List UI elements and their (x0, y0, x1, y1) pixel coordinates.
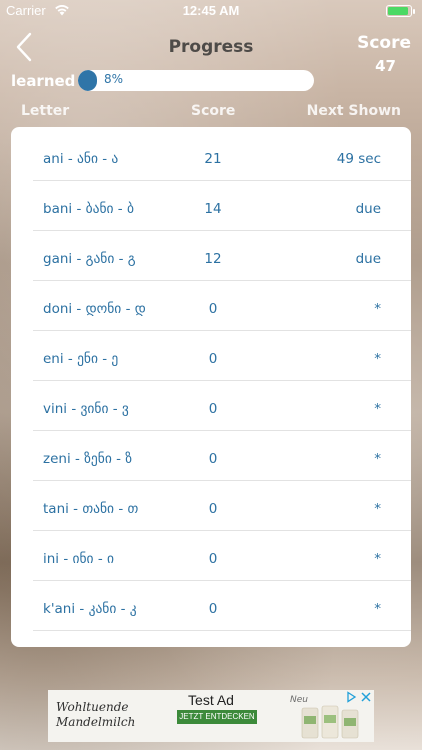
row-next-shown: due (355, 201, 381, 217)
row-score: 0 (208, 301, 218, 317)
learned-label: learned (11, 72, 76, 90)
table-row[interactable]: doni - დონი - დ 0 * (33, 281, 411, 331)
table-row[interactable]: ini - ინი - ი 0 * (33, 531, 411, 581)
table-row[interactable]: tani - თანი - თ 0 * (33, 481, 411, 531)
progress-bar: 8% (78, 70, 314, 91)
row-next-shown: due (355, 251, 381, 267)
column-header-next-shown: Next Shown (306, 103, 401, 119)
row-letter: vini - ვინი - ვ (43, 401, 129, 417)
row-next-shown: * (374, 401, 381, 417)
row-letter: tani - თანი - თ (43, 501, 139, 517)
row-letter: doni - დონი - დ (43, 301, 146, 317)
row-next-shown: * (374, 451, 381, 467)
row-letter: ani - ანი - ა (43, 151, 119, 167)
battery-level (388, 7, 408, 15)
row-score: 0 (208, 401, 218, 417)
ad-cta-button[interactable]: JETZT ENTDECKEN (177, 710, 257, 724)
row-letter: gani - განი - გ (43, 251, 136, 267)
row-letter: eni - ენი - ე (43, 351, 119, 367)
column-header-score: Score (191, 103, 236, 119)
row-letter: bani - ბანი - ბ (43, 201, 134, 217)
status-time: 12:45 AM (182, 3, 240, 18)
ad-close-icon[interactable] (360, 691, 372, 703)
row-next-shown: * (374, 501, 381, 517)
row-next-shown: * (374, 301, 381, 317)
row-letter: k'ani - კანი - კ (43, 601, 137, 617)
row-next-shown: * (374, 551, 381, 567)
row-score: 0 (208, 551, 218, 567)
row-score: 12 (204, 251, 222, 267)
ad-play-icon[interactable] (345, 691, 357, 703)
ad-brand-line: Mandelmilch (56, 715, 136, 729)
table-row[interactable]: gani - განი - გ 12 due (33, 231, 411, 281)
table-row[interactable]: k'ani - კანი - კ 0 * (33, 581, 411, 631)
table-row[interactable]: vini - ვინი - ვ 0 * (33, 381, 411, 431)
row-next-shown: * (374, 351, 381, 367)
table-row[interactable]: bani - ბანი - ბ 14 due (33, 181, 411, 231)
row-letter: zeni - ზენი - ზ (43, 451, 133, 467)
row-next-shown: * (374, 601, 381, 617)
row-next-shown: 49 sec (336, 151, 381, 167)
row-score: 21 (204, 151, 222, 167)
score-value: 47 (375, 57, 396, 75)
row-score: 0 (208, 501, 218, 517)
score-label: Score (357, 33, 411, 53)
letters-table: ani - ანი - ა 21 49 sec bani - ბანი - ბ 14 du… (11, 127, 411, 647)
ad-product-image (301, 705, 359, 739)
row-score: 14 (204, 201, 222, 217)
row-letter: ini - ინი - ი (43, 551, 114, 567)
row-score: 0 (208, 601, 218, 617)
table-row[interactable]: ani - ანი - ა 21 49 sec (33, 131, 411, 181)
progress-fill (78, 70, 97, 91)
table-row[interactable]: zeni - ზენი - ზ 0 * (33, 431, 411, 481)
status-bar: Carrier 12:45 AM (0, 0, 422, 22)
battery-icon (386, 5, 415, 17)
row-score: 0 (208, 351, 218, 367)
ad-banner[interactable]: Wohltuende Mandelmilch Test Ad JETZT ENT… (48, 690, 374, 742)
column-header-letter: Letter (21, 103, 70, 119)
table-row[interactable]: eni - ენი - ე 0 * (33, 331, 411, 381)
row-score: 0 (208, 451, 218, 467)
progress-percent: 8% (104, 72, 124, 86)
